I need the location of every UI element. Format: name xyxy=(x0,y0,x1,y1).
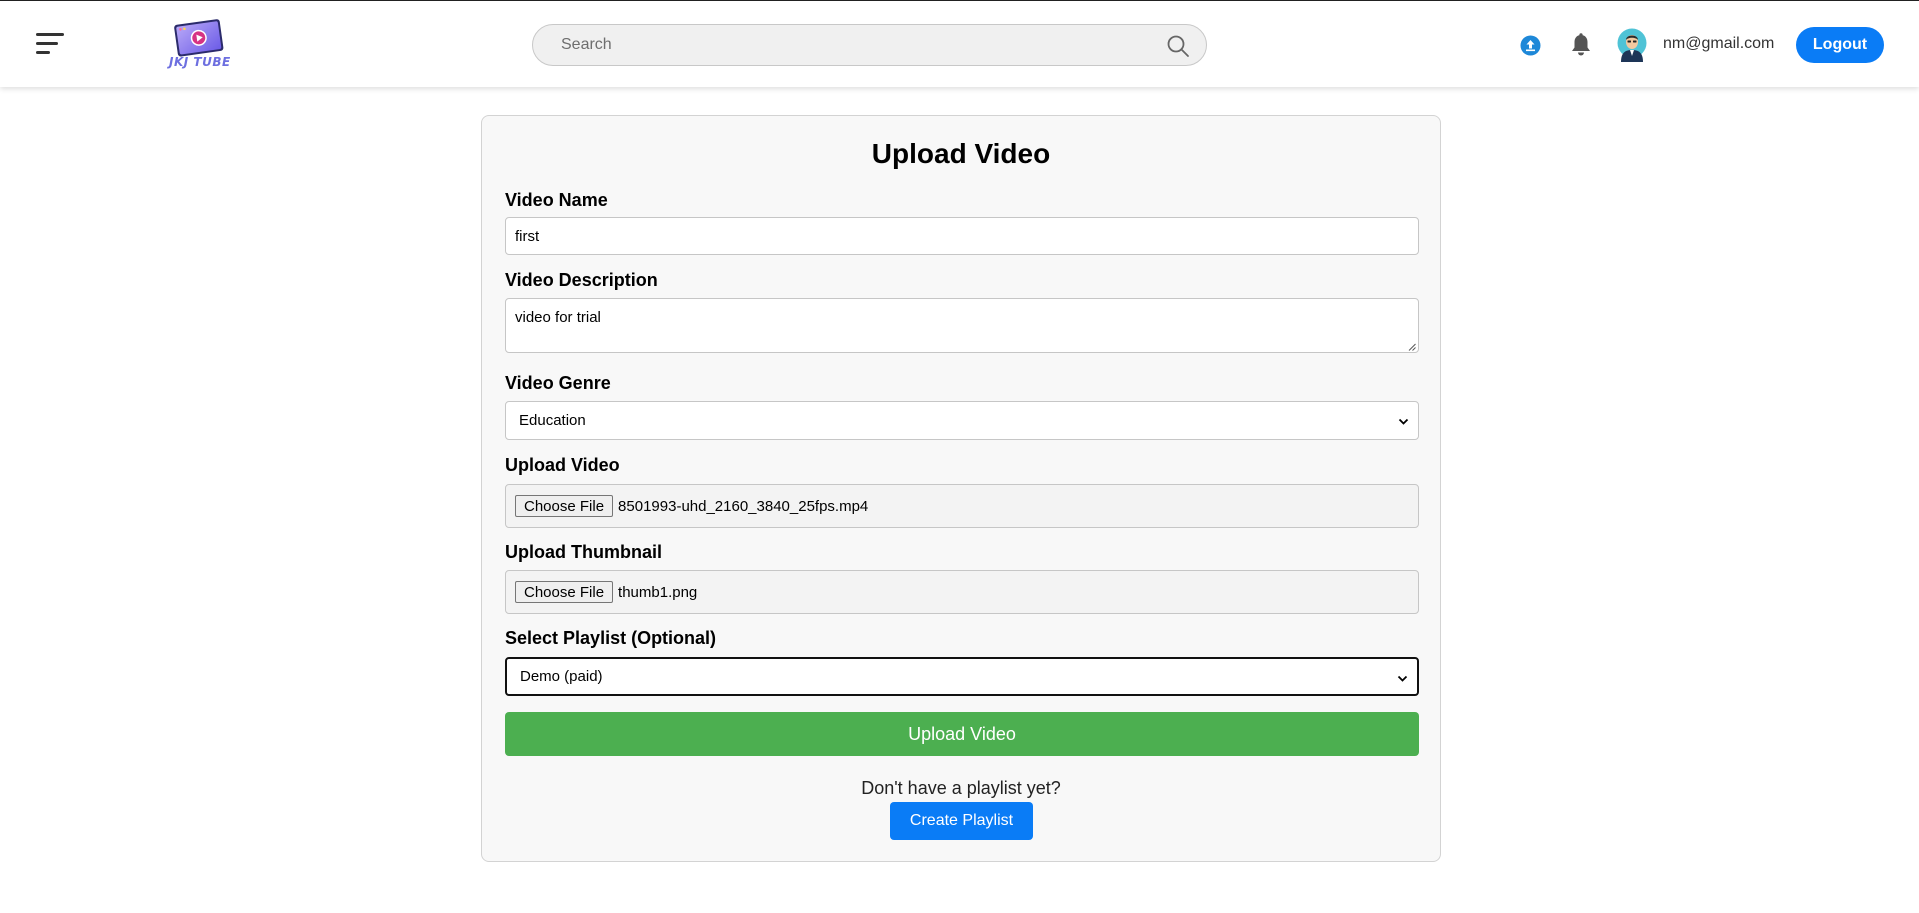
hamburger-menu-icon[interactable] xyxy=(36,33,66,55)
thumbnail-filename: thumb1.png xyxy=(618,583,698,601)
search-bar xyxy=(532,24,1207,66)
upload-video-label: Upload Video xyxy=(505,455,620,475)
avatar[interactable] xyxy=(1617,28,1647,62)
video-name-label: Video Name xyxy=(505,190,608,210)
video-filename: 8501993-uhd_2160_3840_25fps.mp4 xyxy=(618,497,869,515)
create-playlist-button[interactable]: Create Playlist xyxy=(890,802,1033,840)
video-genre-selected: Education xyxy=(519,412,586,429)
search-icon[interactable] xyxy=(1166,34,1190,58)
choose-thumbnail-file-button[interactable]: Choose File xyxy=(515,581,614,603)
resize-grip-icon[interactable] xyxy=(1408,343,1416,351)
video-genre-label: Video Genre xyxy=(505,373,611,393)
bell-icon[interactable] xyxy=(1570,33,1592,57)
upload-video-submit-button[interactable]: Upload Video xyxy=(505,712,1419,756)
choose-video-file-button[interactable]: Choose File xyxy=(515,495,614,517)
logo-text: JKJ TUBE xyxy=(169,55,231,69)
form-title: Upload Video xyxy=(871,138,1051,169)
video-description-label: Video Description xyxy=(505,270,658,290)
no-playlist-text: Don't have a playlist yet? xyxy=(861,778,1061,798)
search-input[interactable] xyxy=(561,25,1151,65)
logout-button[interactable]: Logout xyxy=(1796,27,1884,63)
video-description-textarea[interactable]: video for trial xyxy=(505,298,1419,353)
chevron-down-icon xyxy=(1398,418,1409,425)
upload-thumbnail-label: Upload Thumbnail xyxy=(505,542,662,562)
upload-thumbnail-file-input: Choose File thumb1.png xyxy=(505,570,1419,614)
video-genre-select[interactable]: Education xyxy=(505,401,1419,440)
upload-video-form: Upload Video Video Name Video Descriptio… xyxy=(481,115,1441,862)
user-email: nm@gmail.com xyxy=(1663,35,1775,52)
top-navbar: JKJ TUBE nm@gmail.com Logout xyxy=(0,1,1919,87)
upload-icon[interactable] xyxy=(1520,35,1541,56)
playlist-label: Select Playlist (Optional) xyxy=(505,628,717,648)
playlist-selected: Demo (paid) xyxy=(520,668,603,685)
upload-video-file-input: Choose File 8501993-uhd_2160_3840_25fps.… xyxy=(505,484,1419,528)
chevron-down-icon xyxy=(1397,675,1408,682)
playlist-select[interactable]: Demo (paid) xyxy=(505,657,1419,696)
video-name-input[interactable] xyxy=(505,217,1419,255)
